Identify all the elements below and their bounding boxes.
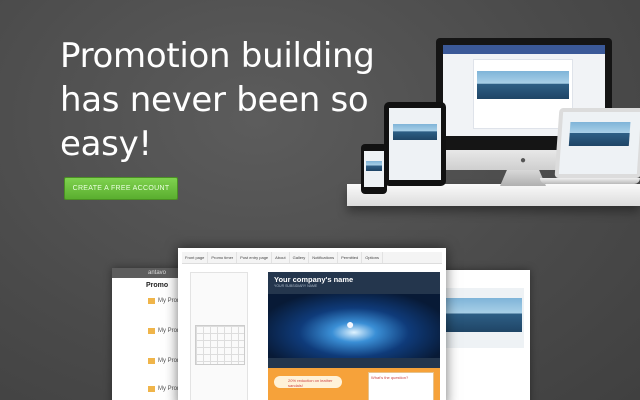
tab: Permitted xyxy=(338,252,363,263)
tab: Front page xyxy=(182,252,209,263)
company-subtitle: YOUR SUBSIDIARY NAME xyxy=(274,284,318,288)
panel-title: Promo xyxy=(146,282,169,289)
tab: Promo timer xyxy=(208,252,238,263)
settings-column xyxy=(190,272,248,400)
calendar-grid xyxy=(195,325,245,365)
question-box: What's the question? xyxy=(368,372,434,400)
create-account-button[interactable]: CREATE A FREE ACCOUNT xyxy=(64,177,178,200)
page-preview: Your company's name YOUR SUBSIDIARY NAME… xyxy=(268,272,440,400)
tab: Options xyxy=(362,252,384,263)
tablet-screen xyxy=(389,108,441,180)
folder-icon xyxy=(148,328,155,334)
space-image: ● xyxy=(268,294,440,358)
phone xyxy=(361,144,387,194)
tab: Gallery xyxy=(290,252,310,263)
laptop-screen xyxy=(558,112,640,174)
apple-logo-icon: ● xyxy=(346,316,355,332)
folder-icon xyxy=(148,298,155,304)
hero-heading: Promotion building has never been so eas… xyxy=(60,36,375,164)
facebook-bar xyxy=(443,45,605,54)
tab: About xyxy=(272,252,290,263)
tablet xyxy=(384,102,446,186)
folder-icon xyxy=(148,358,155,364)
company-title: Your company's name xyxy=(274,275,354,284)
editor-screenshot: Front page Promo timer Post entry page A… xyxy=(178,248,446,400)
whale-banner xyxy=(366,161,382,171)
editor-tabs: Front page Promo timer Post entry page A… xyxy=(182,252,442,264)
phone-screen xyxy=(364,151,384,187)
apple-icon: ● xyxy=(520,155,527,166)
tab: Post entry page xyxy=(237,252,273,263)
whale-banner xyxy=(393,124,437,140)
whale-banner xyxy=(477,71,569,99)
whale-banner xyxy=(568,122,631,146)
shelf xyxy=(347,184,640,206)
whale-banner xyxy=(446,298,522,332)
folder-icon xyxy=(148,386,155,392)
promo-badge: 20% reduction on leather sandals! xyxy=(274,376,342,388)
laptop-base xyxy=(540,178,640,184)
laptop xyxy=(554,108,640,178)
tab: Notifications xyxy=(309,252,339,263)
